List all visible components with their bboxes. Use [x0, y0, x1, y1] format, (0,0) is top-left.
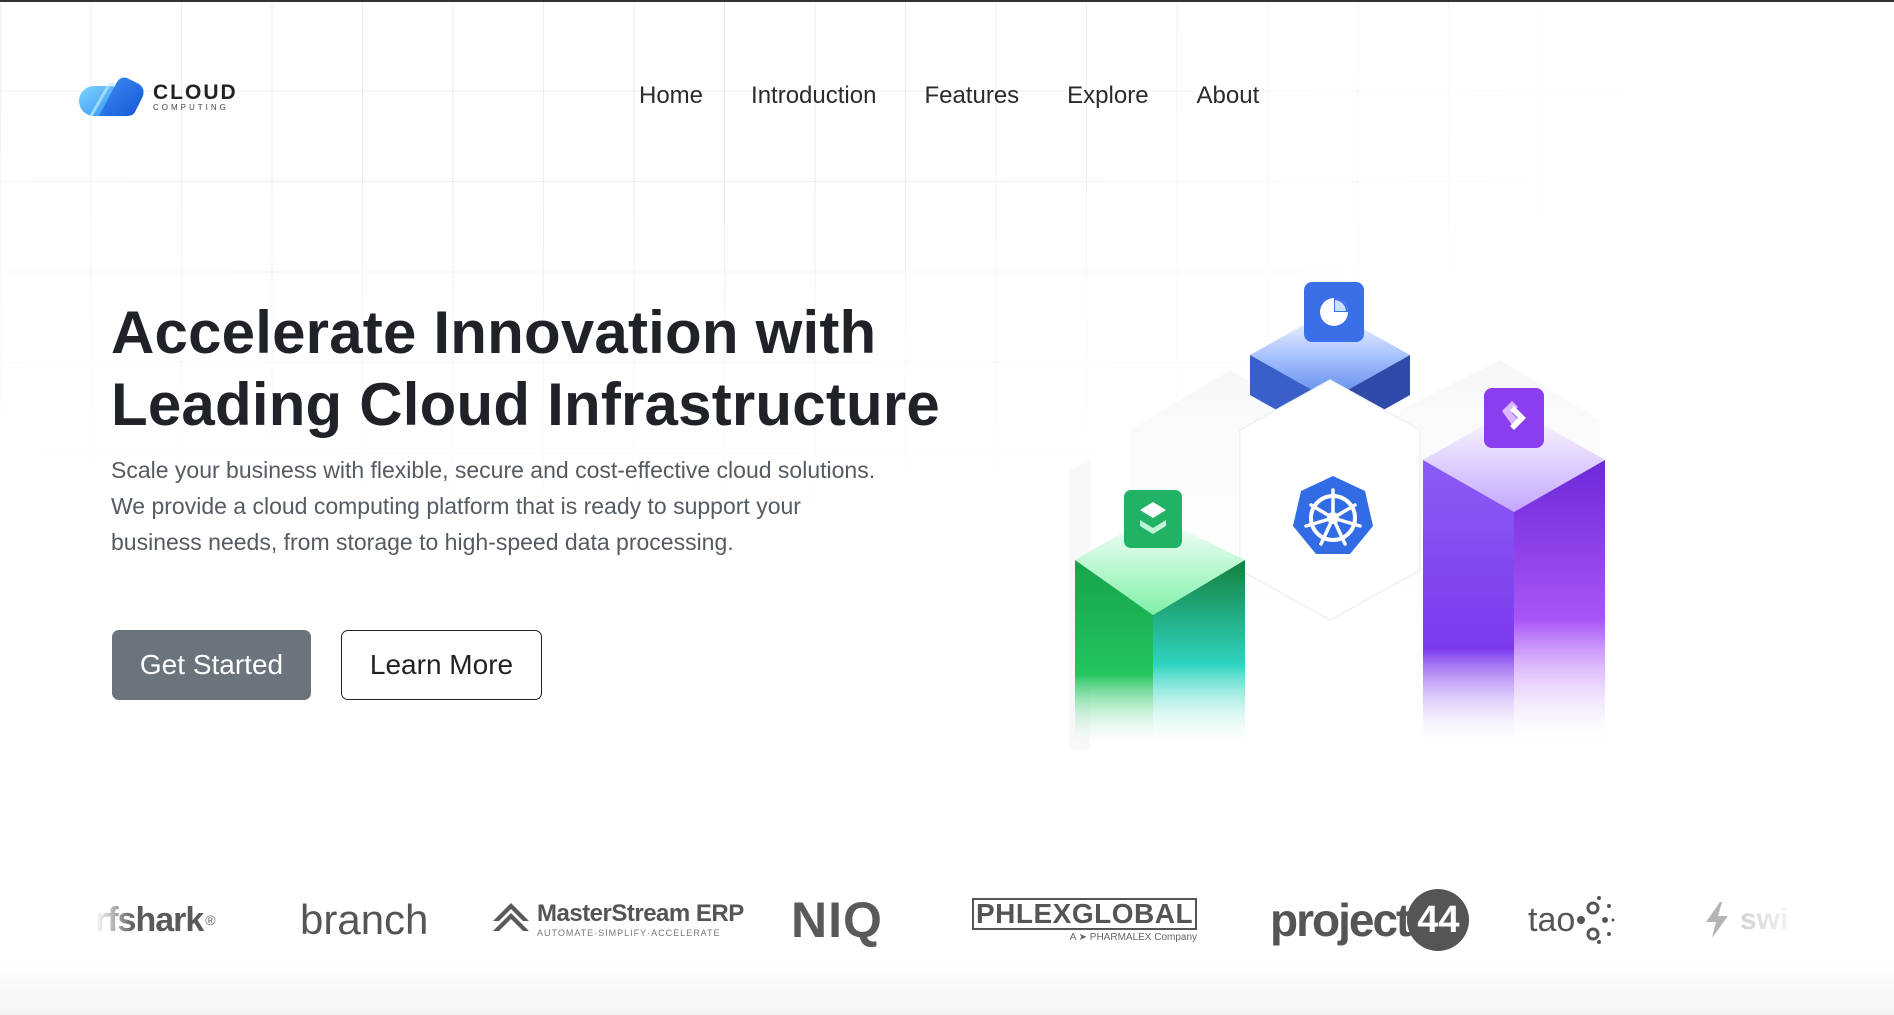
nav-introduction[interactable]: Introduction: [727, 78, 900, 114]
hero-title-line-1: Accelerate Innovation with: [111, 299, 877, 366]
brand-tagline: COMPUTING: [153, 103, 229, 112]
brand-name: CLOUD: [153, 81, 238, 104]
partner-name: MasterStream ERP: [537, 900, 744, 927]
hero-title: Accelerate Innovation with Leading Cloud…: [111, 297, 991, 441]
masterstream-chevron-icon: [493, 903, 529, 931]
hero-desc-line-1: Scale your business with flexible, secur…: [111, 457, 876, 483]
partner-name: branch: [300, 896, 429, 943]
partner-name: PHLEXGLOBAL: [972, 897, 1198, 930]
bottom-fade: [0, 960, 1894, 1015]
hero-description: Scale your business with flexible, secur…: [111, 452, 931, 560]
hero-title-line-2: Leading Cloud Infrastructure: [111, 371, 940, 438]
kubernetes-helm-icon: [1293, 476, 1373, 554]
layers-icon: [1124, 490, 1182, 548]
brand-logo[interactable]: CLOUD COMPUTING: [77, 74, 238, 120]
partner-subtext: A ➤ PHARMALEX Company: [1069, 931, 1198, 943]
partner-name: NIQ: [791, 892, 883, 948]
top-border: [0, 0, 1894, 2]
main-nav: Home Introduction Features Explore About: [615, 78, 1283, 114]
hero-desc-line-3: business needs, from storage to high-spe…: [111, 529, 734, 555]
nav-features[interactable]: Features: [900, 78, 1043, 114]
tao-dots-icon: [1577, 896, 1615, 944]
cloud-logo-icon: [79, 77, 144, 117]
learn-more-button[interactable]: Learn More: [341, 630, 542, 700]
registered-mark: ®: [205, 912, 216, 928]
partner-subtext: AUTOMATE·SIMPLIFY·ACCELERATE: [537, 928, 721, 938]
partner-badge: 44: [1407, 889, 1470, 951]
nav-explore[interactable]: Explore: [1043, 78, 1172, 114]
partner-name: tao: [1528, 900, 1576, 939]
double-chevron-icon: [1484, 388, 1544, 448]
get-started-button[interactable]: Get Started: [112, 630, 311, 700]
nav-about[interactable]: About: [1173, 78, 1284, 114]
nav-home[interactable]: Home: [615, 78, 727, 114]
pie-chart-icon: [1304, 282, 1364, 342]
hero-desc-line-2: We provide a cloud computing platform th…: [111, 493, 801, 519]
partner-name: project: [1270, 894, 1411, 946]
page: CLOUD COMPUTING Home Introduction Featur…: [0, 0, 1894, 1015]
